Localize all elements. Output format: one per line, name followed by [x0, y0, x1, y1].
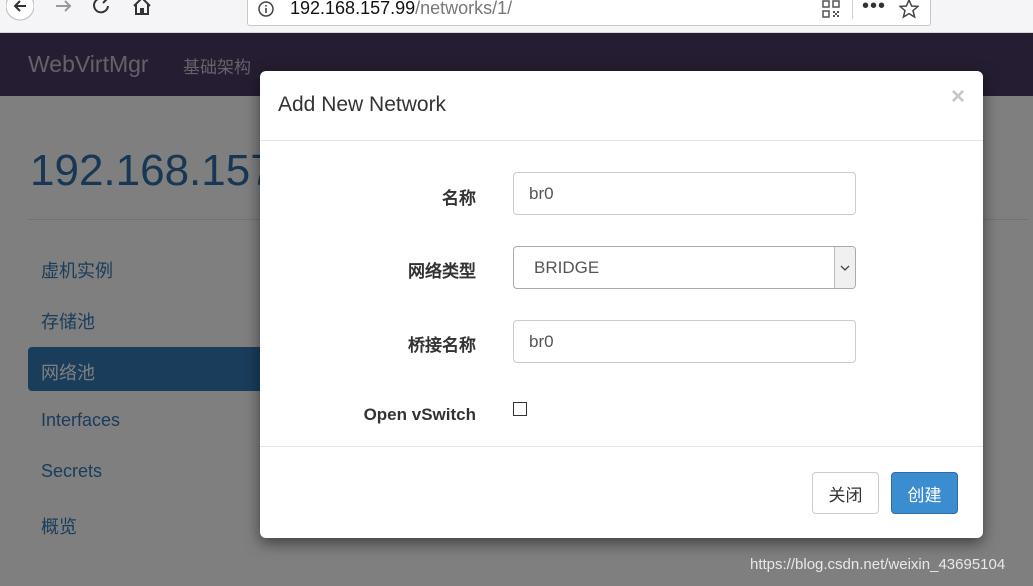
more-actions-button[interactable]: •••	[862, 0, 886, 18]
network-type-label: 网络类型	[408, 262, 476, 281]
open-vswitch-label: Open vSwitch	[363, 405, 476, 424]
watermark: https://blog.csdn.net/weixin_43695104	[750, 556, 1006, 573]
forward-arrow-icon[interactable]	[50, 0, 78, 24]
modal-header: Add New Network ×	[260, 71, 983, 141]
browser-toolbar: 192.168.157.99/networks/1/ •••	[0, 0, 1033, 33]
modal-title: Add New Network	[278, 93, 447, 116]
network-type-select[interactable]: BRIDGE	[513, 246, 856, 289]
reload-icon[interactable]	[88, 0, 116, 24]
chevron-down-icon[interactable]	[834, 247, 855, 288]
modal-footer: 关闭 创建	[260, 446, 983, 539]
url-text: 192.168.157.99/networks/1/	[290, 0, 513, 18]
create-button[interactable]: 创建	[891, 472, 958, 514]
name-label: 名称	[442, 189, 476, 208]
address-bar-divider	[852, 0, 853, 19]
info-icon[interactable]	[258, 1, 274, 17]
open-vswitch-checkbox[interactable]	[513, 402, 527, 416]
close-icon[interactable]: ×	[951, 85, 965, 109]
bridge-name-input[interactable]: br0	[513, 320, 856, 363]
qr-code-icon[interactable]	[822, 0, 840, 18]
address-bar[interactable]: 192.168.157.99/networks/1/ •••	[247, 0, 931, 26]
bridge-name-label: 桥接名称	[408, 336, 476, 355]
network-type-value: BRIDGE	[534, 258, 600, 277]
name-input[interactable]: br0	[513, 172, 856, 215]
back-arrow-icon[interactable]	[6, 0, 34, 24]
star-icon[interactable]	[899, 0, 919, 19]
home-icon[interactable]	[128, 0, 156, 24]
close-button[interactable]: 关闭	[812, 472, 879, 514]
add-network-modal: Add New Network × 名称 br0 网络类型 BRIDGE 桥接名…	[260, 71, 983, 538]
